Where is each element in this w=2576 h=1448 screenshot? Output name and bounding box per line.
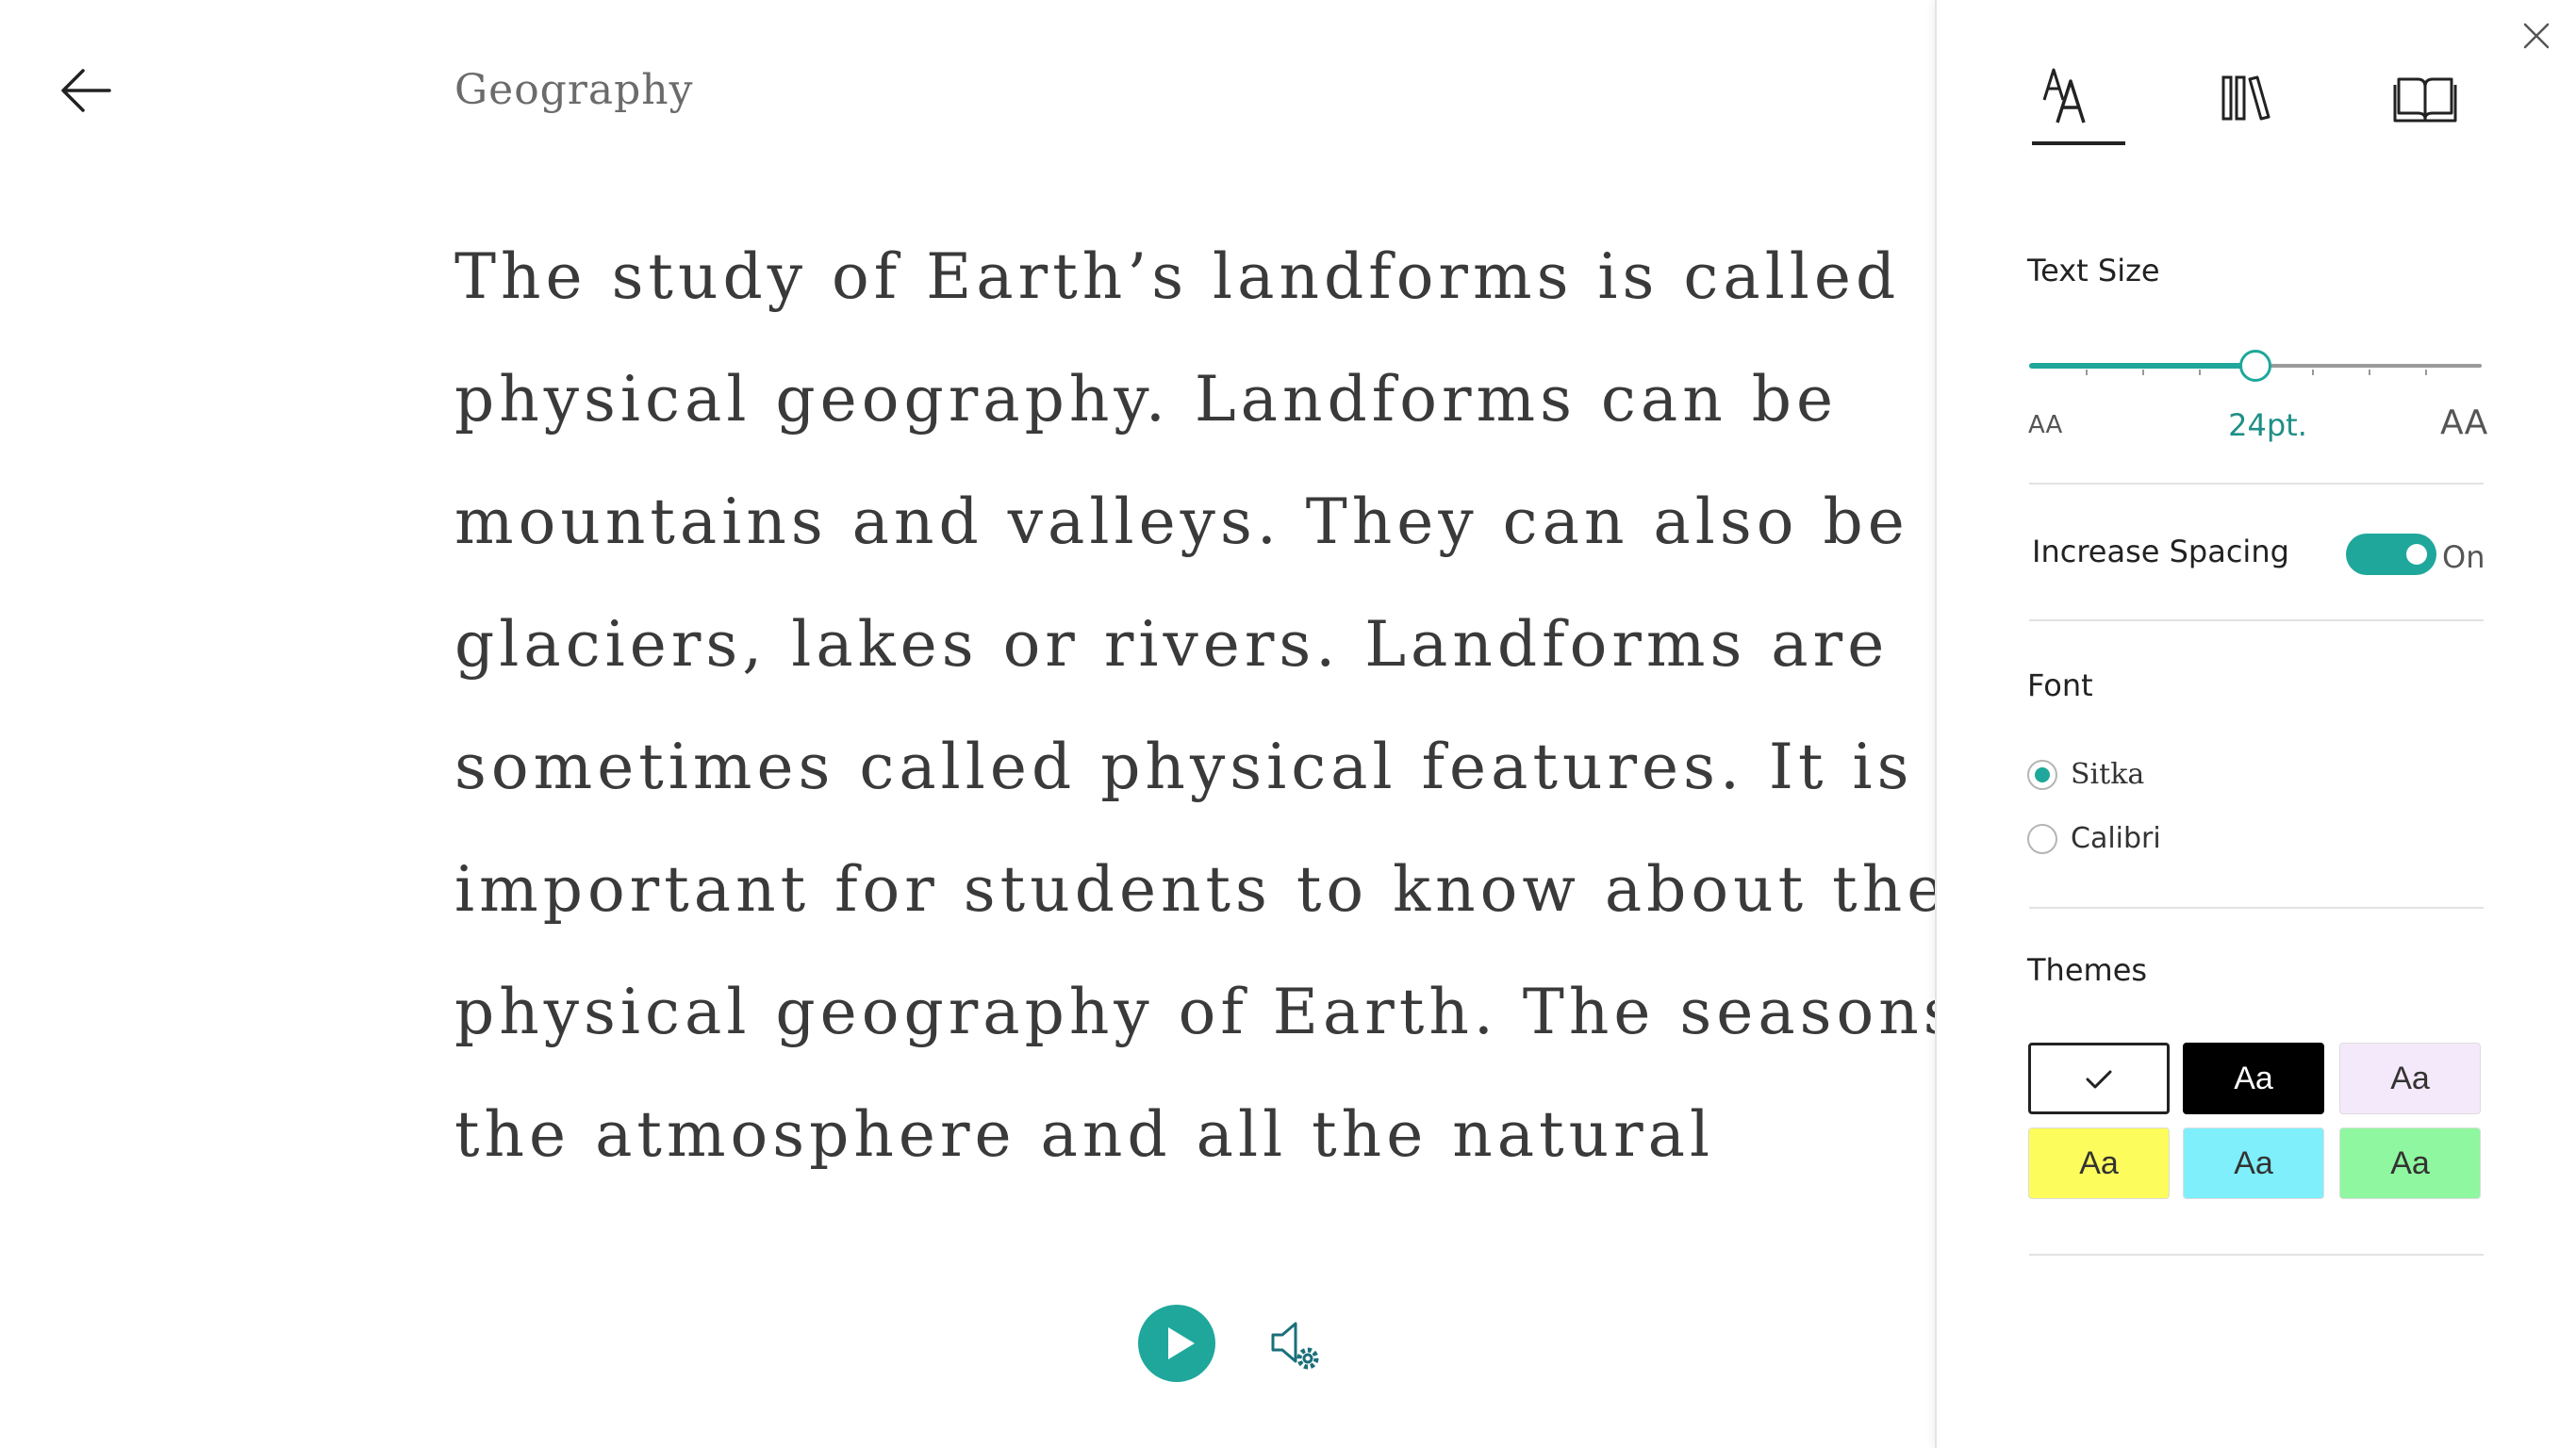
slider-tick — [2199, 370, 2201, 375]
slider-tick — [2086, 370, 2088, 375]
radio-button[interactable] — [2027, 824, 2057, 854]
close-button[interactable] — [2519, 19, 2553, 53]
voice-settings-button[interactable] — [1267, 1316, 1324, 1374]
reader-line: physical geography. Landforms can be — [454, 363, 1839, 436]
text-size-slider[interactable] — [2029, 347, 2482, 385]
divider — [2029, 907, 2484, 909]
reader-line: mountains and valleys. They can also be — [454, 485, 1909, 558]
slider-tick — [2142, 370, 2144, 375]
theme-yellow[interactable]: Aa — [2028, 1127, 2170, 1199]
theme-green[interactable]: Aa — [2339, 1127, 2481, 1199]
increase-spacing-toggle[interactable] — [2346, 534, 2436, 575]
text-size-label: Text Size — [2027, 253, 2160, 288]
toggle-state-label: On — [2442, 539, 2485, 575]
radio-button-checked[interactable] — [2027, 760, 2057, 790]
reader-viewport: The study of Earth’s landforms is called… — [0, 0, 1935, 1448]
divider — [2029, 619, 2484, 621]
close-icon — [2523, 23, 2550, 49]
divider — [2029, 1254, 2484, 1256]
selected-tab-indicator — [2032, 141, 2125, 145]
slider-thumb[interactable] — [2239, 350, 2271, 382]
reader-line: the atmosphere and all the natural — [454, 1098, 1715, 1171]
tab-text-options[interactable] — [2031, 57, 2125, 151]
slider-tick — [2425, 370, 2427, 375]
play-icon — [1168, 1327, 1195, 1359]
reader-line: The study of Earth’s landforms is called — [454, 240, 1901, 313]
play-button[interactable] — [1138, 1305, 1215, 1382]
increase-size-glyph: AA — [2440, 403, 2488, 442]
slider-fill — [2029, 363, 2255, 369]
theme-white-selected[interactable] — [2028, 1043, 2170, 1114]
tab-reading-preferences[interactable] — [2380, 57, 2474, 151]
themes-label: Themes — [2027, 952, 2148, 988]
reader-line: important for students to know about the — [454, 853, 1935, 926]
slider-tick — [2369, 370, 2370, 375]
theme-black[interactable]: Aa — [2183, 1043, 2324, 1114]
reader-line: physical geography of Earth. The seasons… — [454, 976, 1935, 1048]
library-icon — [2221, 75, 2271, 121]
reader-options-panel — [1935, 0, 2576, 1448]
divider — [2029, 483, 2484, 485]
speaker-gear-icon — [1271, 1322, 1319, 1370]
text-size-value: 24pt. — [2228, 407, 2307, 443]
font-option-label: Sitka — [2071, 758, 2145, 791]
slider-tick — [2312, 370, 2314, 375]
reader-text: The study of Earth’s landforms is called… — [454, 230, 1935, 1210]
toggle-knob — [2406, 544, 2427, 565]
decrease-size-glyph: AA — [2028, 411, 2063, 439]
reader-line: sometimes called physical features. It i… — [454, 731, 1914, 803]
font-label: Font — [2027, 667, 2093, 703]
font-option-label: Calibri — [2071, 822, 2161, 855]
checkmark-icon — [2086, 1070, 2112, 1089]
book-icon — [2393, 77, 2457, 123]
tab-grammar-options[interactable] — [2201, 57, 2295, 151]
increase-spacing-label: Increase Spacing — [2032, 534, 2289, 569]
text-options-icon — [2042, 68, 2086, 123]
theme-lilac[interactable]: Aa — [2339, 1043, 2481, 1114]
reader-line: glaciers, lakes or rivers. Landforms are — [454, 608, 1890, 681]
theme-cyan[interactable]: Aa — [2183, 1127, 2324, 1199]
